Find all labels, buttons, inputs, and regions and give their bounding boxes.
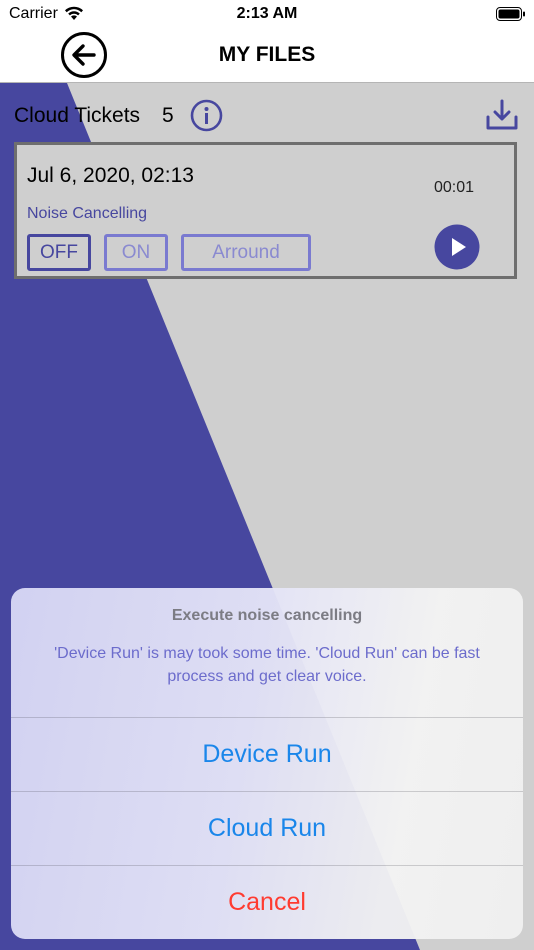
ticket-duration: 00:01 [434,179,475,196]
sheet-title: Execute noise cancelling [171,607,363,624]
mode-off-button[interactable]: OFF [27,234,91,271]
device-run-button[interactable]: Device Run [11,717,523,791]
ticket-card[interactable]: Jul 6, 2020, 02:13 00:01 Noise Cancellin… [14,142,517,279]
section-title: Cloud Tickets [14,104,141,127]
status-bar: Carrier 2:13 AM [0,0,534,30]
play-icon[interactable] [434,224,480,270]
mode-on-button[interactable]: ON [104,234,168,271]
action-sheet: Execute noise cancelling 'Device Run' is… [11,588,523,939]
cancel-button[interactable]: Cancel [11,865,523,939]
navigation-bar: MY FILES [0,30,534,83]
download-icon[interactable] [485,98,519,132]
ticket-count: 5 [162,104,174,127]
battery-icon [496,7,525,21]
clock-time: 2:13 AM [236,5,298,22]
ticket-date: Jul 6, 2020, 02:13 [27,164,194,187]
cloud-run-button[interactable]: Cloud Run [11,791,523,865]
page-title: MY FILES [218,43,316,66]
info-icon[interactable] [190,99,223,132]
sheet-message: 'Device Run' is may took some time. 'Clo… [54,645,480,685]
mode-around-button[interactable]: Arround [181,234,311,271]
noise-cancelling-label: Noise Cancelling [27,205,148,222]
